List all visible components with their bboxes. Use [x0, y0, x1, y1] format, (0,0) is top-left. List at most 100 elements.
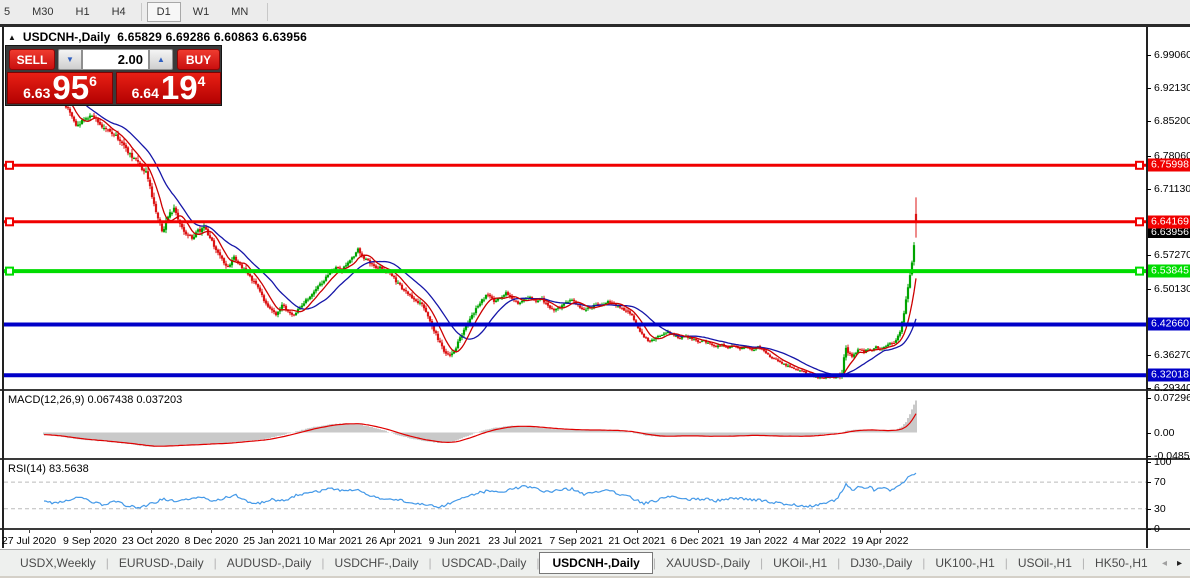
tab-usdcad-daily[interactable]: USDCAD-,Daily: [432, 552, 537, 574]
date-label: 27 Jul 2020: [2, 535, 56, 547]
date-tick: [455, 529, 456, 533]
tab-usdchf-daily[interactable]: USDCHF-,Daily: [325, 552, 429, 574]
price-tick-6.71130: 6.71130: [1154, 183, 1190, 195]
rsi-panel-separator[interactable]: [0, 458, 1190, 460]
date-label: 19 Jan 2022: [730, 535, 788, 547]
date-tick: [515, 529, 516, 533]
level-handle-left[interactable]: [6, 162, 13, 169]
tab-dj30-daily[interactable]: DJ30-,Daily: [840, 552, 922, 574]
rsi-tick-30: 30: [1154, 503, 1166, 515]
sell-price-quote[interactable]: 6.63 95 6: [7, 72, 113, 104]
timeframe-button-M30[interactable]: M30: [22, 2, 63, 22]
axis-tick: [1147, 355, 1151, 356]
rsi-indicator-chart: [0, 460, 1147, 528]
price-axis-separator: [1146, 27, 1148, 548]
tab-usoil-h1[interactable]: USOil-,H1: [1008, 552, 1082, 574]
axis-tick: [1147, 462, 1151, 463]
price-tick-6.99060: 6.99060: [1154, 49, 1190, 61]
candles-up-bodies: [78, 116, 914, 379]
volume-increase-button[interactable]: ▲: [149, 49, 173, 70]
date-tick: [211, 529, 212, 533]
timeframe-toolbar: 5M30H1H4 D1W1MN: [0, 0, 1190, 24]
date-tick: [576, 529, 577, 533]
axis-tick: [1147, 388, 1151, 389]
level-handle-left[interactable]: [6, 218, 13, 225]
timeframe-button-D1[interactable]: D1: [147, 2, 181, 22]
rsi-tick-70: 70: [1154, 476, 1166, 488]
price-tick-6.36270: 6.36270: [1154, 349, 1190, 361]
buy-price-quote[interactable]: 6.64 19 4: [116, 72, 221, 104]
date-tick: [819, 529, 820, 533]
timeframe-button-MN[interactable]: MN: [221, 2, 258, 22]
date-tick: [880, 529, 881, 533]
tab-scroll-left-icon[interactable]: ◂: [1162, 558, 1167, 569]
axis-tick: [1147, 121, 1151, 122]
volume-input[interactable]: 2.00: [82, 49, 149, 70]
axis-tick: [1147, 433, 1151, 434]
level-price-badge-6.64169: 6.64169: [1148, 215, 1190, 228]
macd-tick-0.072963: 0.072963: [1154, 392, 1190, 404]
date-tick: [333, 529, 334, 533]
level-price-badge-6.75998: 6.75998: [1148, 159, 1190, 172]
tab-xauusd-daily[interactable]: XAUUSD-,Daily: [656, 552, 760, 574]
date-label: 26 Apr 2021: [365, 535, 422, 547]
trading-platform-window: 5M30H1H4 D1W1MN ▲ USDCNH-,Daily 6.65829 6…: [0, 0, 1190, 578]
date-label: 4 Mar 2022: [793, 535, 846, 547]
tab-usdx-weekly[interactable]: USDX,Weekly: [10, 552, 106, 574]
level-handle-right[interactable]: [1136, 162, 1143, 169]
tab-uk100-h1[interactable]: UK100-,H1: [925, 552, 1004, 574]
date-label: 23 Jul 2021: [488, 535, 542, 547]
date-label: 6 Dec 2021: [671, 535, 725, 547]
tab-eurusd-daily[interactable]: EURUSD-,Daily: [109, 552, 214, 574]
level-price-badge-6.32018: 6.32018: [1148, 369, 1190, 382]
date-label: 9 Sep 2020: [63, 535, 117, 547]
date-tick: [759, 529, 760, 533]
tab-scroll-right-icon[interactable]: ▸: [1177, 558, 1182, 569]
volume-decrease-button[interactable]: ▼: [58, 49, 82, 70]
tab-usdcnh-daily[interactable]: USDCNH-,Daily: [539, 552, 652, 574]
level-handle-right[interactable]: [1136, 268, 1143, 275]
buy-button[interactable]: BUY: [177, 49, 220, 70]
tab-scroll-arrows: ◂ ▸: [1162, 558, 1182, 569]
level-price-badge-6.53845: 6.53845: [1148, 265, 1190, 278]
timeframe-button-5[interactable]: 5: [1, 2, 20, 22]
level-handle-right[interactable]: [1136, 218, 1143, 225]
date-tick: [29, 529, 30, 533]
chart-header: ▲ USDCNH-,Daily 6.65829 6.69286 6.60863 …: [8, 30, 307, 44]
collapse-panel-icon[interactable]: ▲: [8, 33, 16, 42]
level-price-badge-6.42660: 6.42660: [1148, 318, 1190, 331]
date-label: 10 Mar 2021: [304, 535, 363, 547]
tab-ukoil-h1[interactable]: UKOil-,H1: [763, 552, 837, 574]
chart-tabbar: USDX,Weekly|EURUSD-,Daily|AUDUSD-,Daily|…: [0, 550, 1190, 576]
axis-tick: [1147, 55, 1151, 56]
axis-tick: [1147, 156, 1151, 157]
buy-price-prefix: 6.64: [132, 85, 159, 101]
tab-audusd-daily[interactable]: AUDUSD-,Daily: [217, 552, 322, 574]
timeframe-button-W1[interactable]: W1: [183, 2, 220, 22]
toolbar-separator: [141, 3, 142, 21]
level-handle-left[interactable]: [6, 268, 13, 275]
axis-tick: [1147, 456, 1151, 457]
axis-tick: [1147, 289, 1151, 290]
rsi-tick-0: 0: [1154, 523, 1160, 535]
timeframe-button-H1[interactable]: H1: [66, 2, 100, 22]
sell-price-prefix: 6.63: [23, 85, 50, 101]
tab-hk50-h1[interactable]: HK50-,H1: [1085, 552, 1158, 574]
date-tick: [90, 529, 91, 533]
date-label: 7 Sep 2021: [549, 535, 603, 547]
sell-button[interactable]: SELL: [9, 49, 55, 70]
macd-panel-separator[interactable]: [0, 389, 1190, 391]
candles-up-wicks: [78, 113, 914, 379]
buy-price-big-digits: 19: [161, 74, 198, 101]
date-label: 25 Jan 2021: [243, 535, 301, 547]
rsi-label: RSI(14) 83.5638: [8, 463, 89, 475]
trade-panel-controls: SELL ▼ 2.00 ▲ BUY: [6, 49, 221, 70]
ma-slow-line: [84, 104, 916, 376]
chart-left-border: [2, 27, 4, 548]
date-label: 8 Dec 2020: [185, 535, 239, 547]
axis-tick: [1147, 529, 1151, 530]
date-label: 23 Oct 2020: [122, 535, 179, 547]
date-tick: [151, 529, 152, 533]
price-tick-6.92130: 6.92130: [1154, 82, 1190, 94]
timeframe-button-H4[interactable]: H4: [102, 2, 136, 22]
